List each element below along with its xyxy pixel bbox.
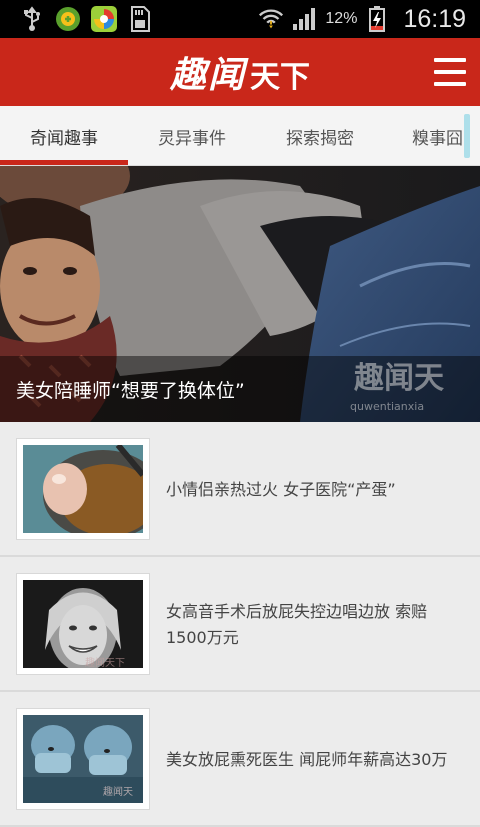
smiling-woman-portrait-image: 趣闻天下 <box>23 580 143 668</box>
egg-in-pan-image <box>23 445 143 533</box>
wifi-icon <box>257 5 285 33</box>
thumbnail-frame <box>16 438 150 540</box>
signal-icon <box>291 5 319 33</box>
status-bar-left <box>0 0 154 38</box>
watermark-text: 趣闻天 <box>354 361 444 396</box>
list-item[interactable]: 小情侣亲热过火 女子医院“产蛋” <box>0 422 480 557</box>
menu-line <box>434 82 466 86</box>
featured-article-title: 美女陪睡师“想要了换体位” <box>16 379 245 402</box>
clock: 16:19 <box>403 4 466 33</box>
tab-lingyi-shijian[interactable]: 灵异事件 <box>128 106 256 165</box>
article-list: 小情侣亲热过火 女子医院“产蛋” 趣闻天下 女高音手术后放屁失控边唱边放 索赔1… <box>0 422 480 827</box>
logo-sub-text: 天下 <box>250 60 310 95</box>
list-item[interactable]: 趣闻天 美女放屁熏死医生 闻屁师年薪高达30万 <box>0 692 480 827</box>
hamburger-menu-icon[interactable] <box>434 58 466 86</box>
status-bar-right: 12% 16:19 <box>257 0 480 38</box>
app-icon-green <box>54 5 82 33</box>
sd-card-icon <box>126 5 154 33</box>
app-icon-colorful <box>90 5 118 33</box>
list-item[interactable]: 趣闻天下 女高音手术后放屁失控边唱边放 索赔1500万元 <box>0 557 480 692</box>
thumbnail-frame: 趣闻天下 <box>16 573 150 675</box>
app-header: 趣闻 天下 <box>0 38 480 106</box>
logo-main-text: 趣闻 <box>169 54 246 96</box>
tab-tansuo-jiemi[interactable]: 探索揭密 <box>256 106 384 165</box>
list-item-title: 美女放屁熏死医生 闻屁师年薪高达30万 <box>166 749 448 769</box>
battery-percent: 12% <box>325 10 358 27</box>
tabs-scroll-indicator <box>464 114 470 158</box>
svg-text:趣闻天下: 趣闻天下 <box>85 656 125 668</box>
surgeons-operating-room-image: 趣闻天 <box>23 715 143 803</box>
app-logo: 趣闻 天下 <box>170 46 310 98</box>
watermark-subtext: quwentianxia <box>350 400 424 413</box>
list-item-title: 小情侣亲热过火 女子医院“产蛋” <box>166 479 396 499</box>
status-bar: 12% 16:19 <box>0 0 480 38</box>
svg-text:趣闻天: 趣闻天 <box>103 785 133 798</box>
watermark-logo: 趣闻天 quwentianxia <box>350 361 444 413</box>
menu-line <box>434 58 466 62</box>
category-tabs: 奇闻趣事 灵异事件 探索揭密 糗事囧 <box>0 106 480 166</box>
featured-article[interactable]: 美女陪睡师“想要了换体位” 趣闻天 quwentianxia <box>0 166 480 422</box>
menu-line <box>434 70 466 74</box>
thumbnail-frame: 趣闻天 <box>16 708 150 810</box>
tab-qiwen-qushi[interactable]: 奇闻趣事 <box>0 106 128 165</box>
list-item-title: 女高音手术后放屁失控边唱边放 索赔1500万元 <box>166 601 428 647</box>
battery-charging-icon <box>363 5 391 33</box>
usb-icon <box>18 5 46 33</box>
